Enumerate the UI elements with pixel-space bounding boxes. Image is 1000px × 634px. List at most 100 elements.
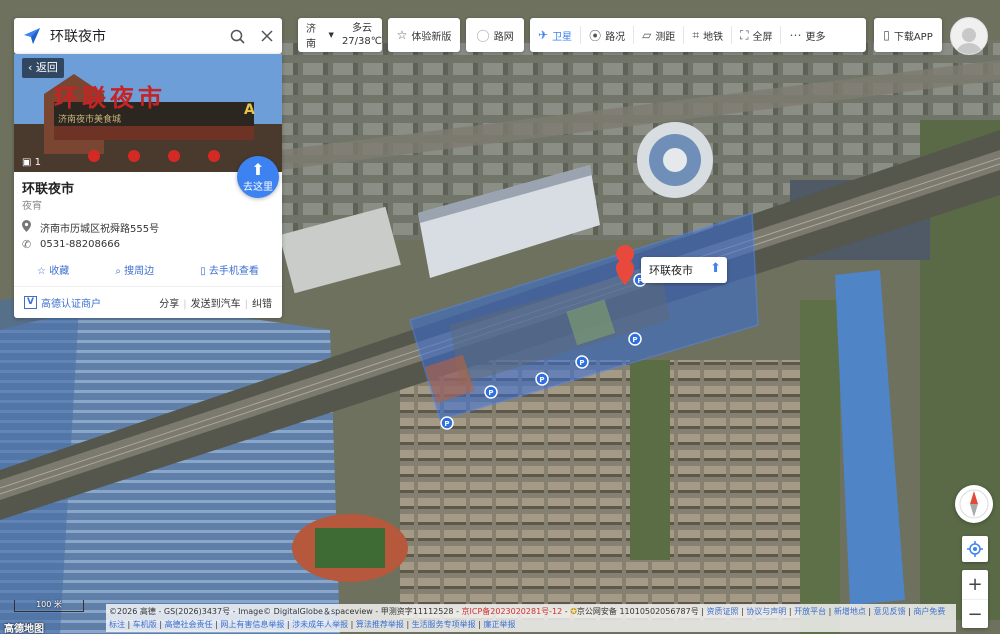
search-icon: ⌕ (115, 266, 121, 277)
share-link[interactable]: 分享 (159, 299, 179, 310)
footer-link[interactable]: 算法推荐举报 (356, 620, 404, 629)
footer-link[interactable]: 廉正举报 (483, 620, 515, 629)
user-icon (956, 28, 982, 54)
satellite-icon: ✈ (538, 28, 549, 42)
compass-control[interactable] (955, 485, 993, 523)
poi-actions: ☆ 收藏 ⌕ 搜周边 ▯ 去手机查看 (14, 262, 282, 277)
favorite-button[interactable]: ☆ 收藏 (37, 262, 69, 277)
go-here-label: 去这里 (243, 182, 273, 193)
locate-button[interactable] (962, 536, 988, 562)
subway-label: 地铁 (703, 31, 724, 43)
svg-text:P: P (579, 359, 584, 367)
close-icon[interactable] (252, 18, 282, 54)
try-new-version-button[interactable]: ☆ 体验新版 (388, 18, 460, 52)
location-pin-icon (22, 220, 40, 235)
compass-icon (959, 489, 989, 519)
weather-widget: 济南 ▼ 多云 27/38℃ (298, 18, 382, 52)
traffic-light-icon: ⦿ (589, 28, 602, 43)
svg-text:环联夜市: 环联夜市 (54, 83, 166, 112)
search-nearby-label: 搜周边 (124, 266, 155, 277)
satellite-label: 卫星 (552, 31, 573, 43)
view-on-phone-button[interactable]: ▯ 去手机查看 (200, 262, 259, 277)
road-network-toggle[interactable]: ◯ 路网 (466, 18, 524, 52)
map-tools: ✈ 卫星 ⦿ 路况 ▱ 测距 ⌗ 地铁 ⛶ 全屏 ⋯ 更多 (530, 18, 866, 52)
navigate-arrow-icon[interactable]: ⬆ (710, 261, 721, 276)
check-circle-icon: ◯ (476, 28, 490, 42)
subway-icon: ⌗ (692, 27, 700, 42)
fullscreen-label: 全屏 (752, 31, 773, 43)
traffic-button[interactable]: ⦿ 路况 (581, 18, 633, 52)
footer-link-separator: | (403, 620, 412, 629)
police-badge-icon: ✪ (570, 607, 577, 616)
footer-link-separator: | (156, 620, 165, 629)
zoom-control: + − (962, 570, 988, 628)
photo-count-value: 1 (34, 157, 42, 168)
subway-button[interactable]: ⌗ 地铁 (684, 18, 731, 52)
fullscreen-icon: ⛶ (740, 27, 749, 42)
fullscreen-button[interactable]: ⛶ 全屏 (732, 18, 780, 52)
zoom-out-button[interactable]: − (962, 599, 988, 628)
footer-link[interactable]: 新增地点 (834, 607, 866, 616)
svg-text:P: P (632, 336, 637, 344)
minus-icon: − (967, 603, 983, 625)
try-new-version-label: 体验新版 (411, 31, 452, 43)
footer-link[interactable]: 协议与声明 (746, 607, 786, 616)
caret-down-icon: ▼ (328, 31, 334, 39)
favorite-label: 收藏 (49, 266, 70, 277)
star-icon: ☆ (396, 28, 408, 42)
city-selector[interactable]: 济南 ▼ (298, 20, 342, 50)
city-name: 济南 (306, 24, 316, 50)
road-network-label: 路网 (493, 31, 514, 43)
download-app-inner: ▯ 下载APP (875, 18, 941, 52)
view-on-phone-label: 去手机查看 (208, 266, 259, 277)
footer-link[interactable]: 生活服务专项举报 (412, 620, 476, 629)
temperature: 27/38℃ (341, 36, 382, 47)
send-to-car-link[interactable]: 发送到汽车 (191, 299, 241, 310)
svg-text:济南夜市美食城: 济南夜市美食城 (58, 113, 121, 125)
search-bar[interactable]: 环联夜市 (14, 18, 282, 54)
poi-phone[interactable]: 0531-88208666 (40, 239, 120, 250)
poi-photo[interactable]: 环联夜市 济南夜市美食城 A ‹ 返回 ▣ 1 (14, 54, 282, 172)
locate-icon (967, 541, 983, 557)
footer-link[interactable]: 资质证照 (707, 607, 739, 616)
verified-badge-icon: V (24, 296, 37, 309)
footer-link-separator: | (865, 607, 874, 616)
footer-link[interactable]: 车机版 (133, 620, 157, 629)
measure-button[interactable]: ▱ 测距 (634, 18, 683, 52)
traffic-label: 路况 (605, 31, 626, 43)
turn-arrow-icon: ⬆ (251, 160, 265, 179)
zoom-in-button[interactable]: + (962, 570, 988, 599)
footer-link[interactable]: 意见反馈 (874, 607, 906, 616)
footer-link-separator: | (125, 620, 133, 629)
icp-link[interactable]: 京ICP备2023020281号-12 (462, 607, 563, 616)
star-icon: ☆ (37, 266, 47, 277)
download-app-button[interactable]: ▯ 下载APP (874, 18, 942, 52)
search-nearby-button[interactable]: ⌕ 搜周边 (115, 262, 154, 277)
footer-link[interactable]: 开放平台 (794, 607, 826, 616)
poi-marker-label[interactable]: 环联夜市 ⬆ (641, 257, 727, 283)
user-avatar[interactable] (950, 17, 988, 55)
poi-address-row: 济南市历城区祝舜路555号 (22, 220, 159, 235)
svg-text:P: P (539, 376, 544, 384)
photo-count: ▣ 1 (22, 157, 41, 168)
search-input[interactable]: 环联夜市 (50, 26, 222, 46)
more-dots-icon: ⋯ (789, 28, 802, 42)
footer-link[interactable]: 高德社会责任 (165, 620, 213, 629)
police-record[interactable]: 京公网安备 11010502056787号 (577, 607, 699, 616)
gate-sign-text: 环联夜市 济南夜市美食城 A (54, 83, 255, 125)
ruler-icon: ▱ (642, 28, 652, 42)
search-icon[interactable] (222, 18, 252, 54)
more-button[interactable]: ⋯ 更多 (781, 18, 833, 52)
satellite-button[interactable]: ✈ 卫星 (530, 18, 580, 52)
certified-merchant-label: 高德认证商户 (41, 299, 101, 310)
certified-merchant-link[interactable]: V 高德认证商户 (24, 295, 159, 310)
go-here-button[interactable]: ⬆ 去这里 (237, 156, 279, 198)
footer-link[interactable]: 涉未成年人举报 (292, 620, 348, 629)
image-icon: ▣ (22, 157, 32, 168)
back-button[interactable]: ‹ 返回 (22, 58, 64, 78)
correct-link[interactable]: 纠错 (252, 299, 272, 310)
scale-bar: 100 米 (14, 600, 84, 612)
poi-address: 济南市历城区祝舜路555号 (40, 224, 160, 235)
download-app-label: 下载APP (893, 31, 933, 43)
footer-link[interactable]: 网上有害信息举报 (220, 620, 284, 629)
